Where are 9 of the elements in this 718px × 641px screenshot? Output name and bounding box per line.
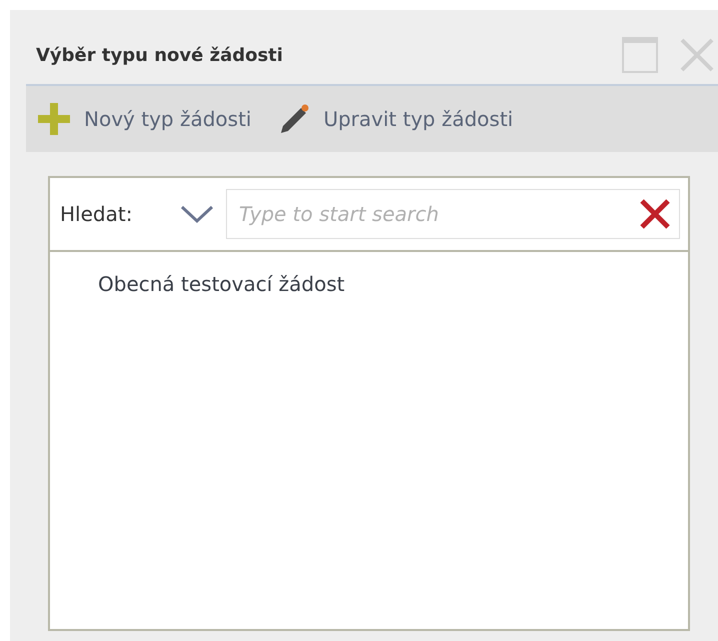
search-label: Hledat: xyxy=(60,202,134,226)
list-item[interactable]: Obecná testovací žádost xyxy=(98,272,688,296)
search-field[interactable]: Type to start search xyxy=(226,189,680,239)
plus-icon xyxy=(36,101,72,137)
clear-icon[interactable] xyxy=(639,198,671,230)
edit-type-button[interactable]: Upravit typ žádosti xyxy=(277,102,514,136)
chevron-down-icon[interactable] xyxy=(180,204,214,224)
window-title: Výběr typu nové žádosti xyxy=(35,44,283,66)
new-type-button[interactable]: Nový typ žádosti xyxy=(36,101,252,137)
